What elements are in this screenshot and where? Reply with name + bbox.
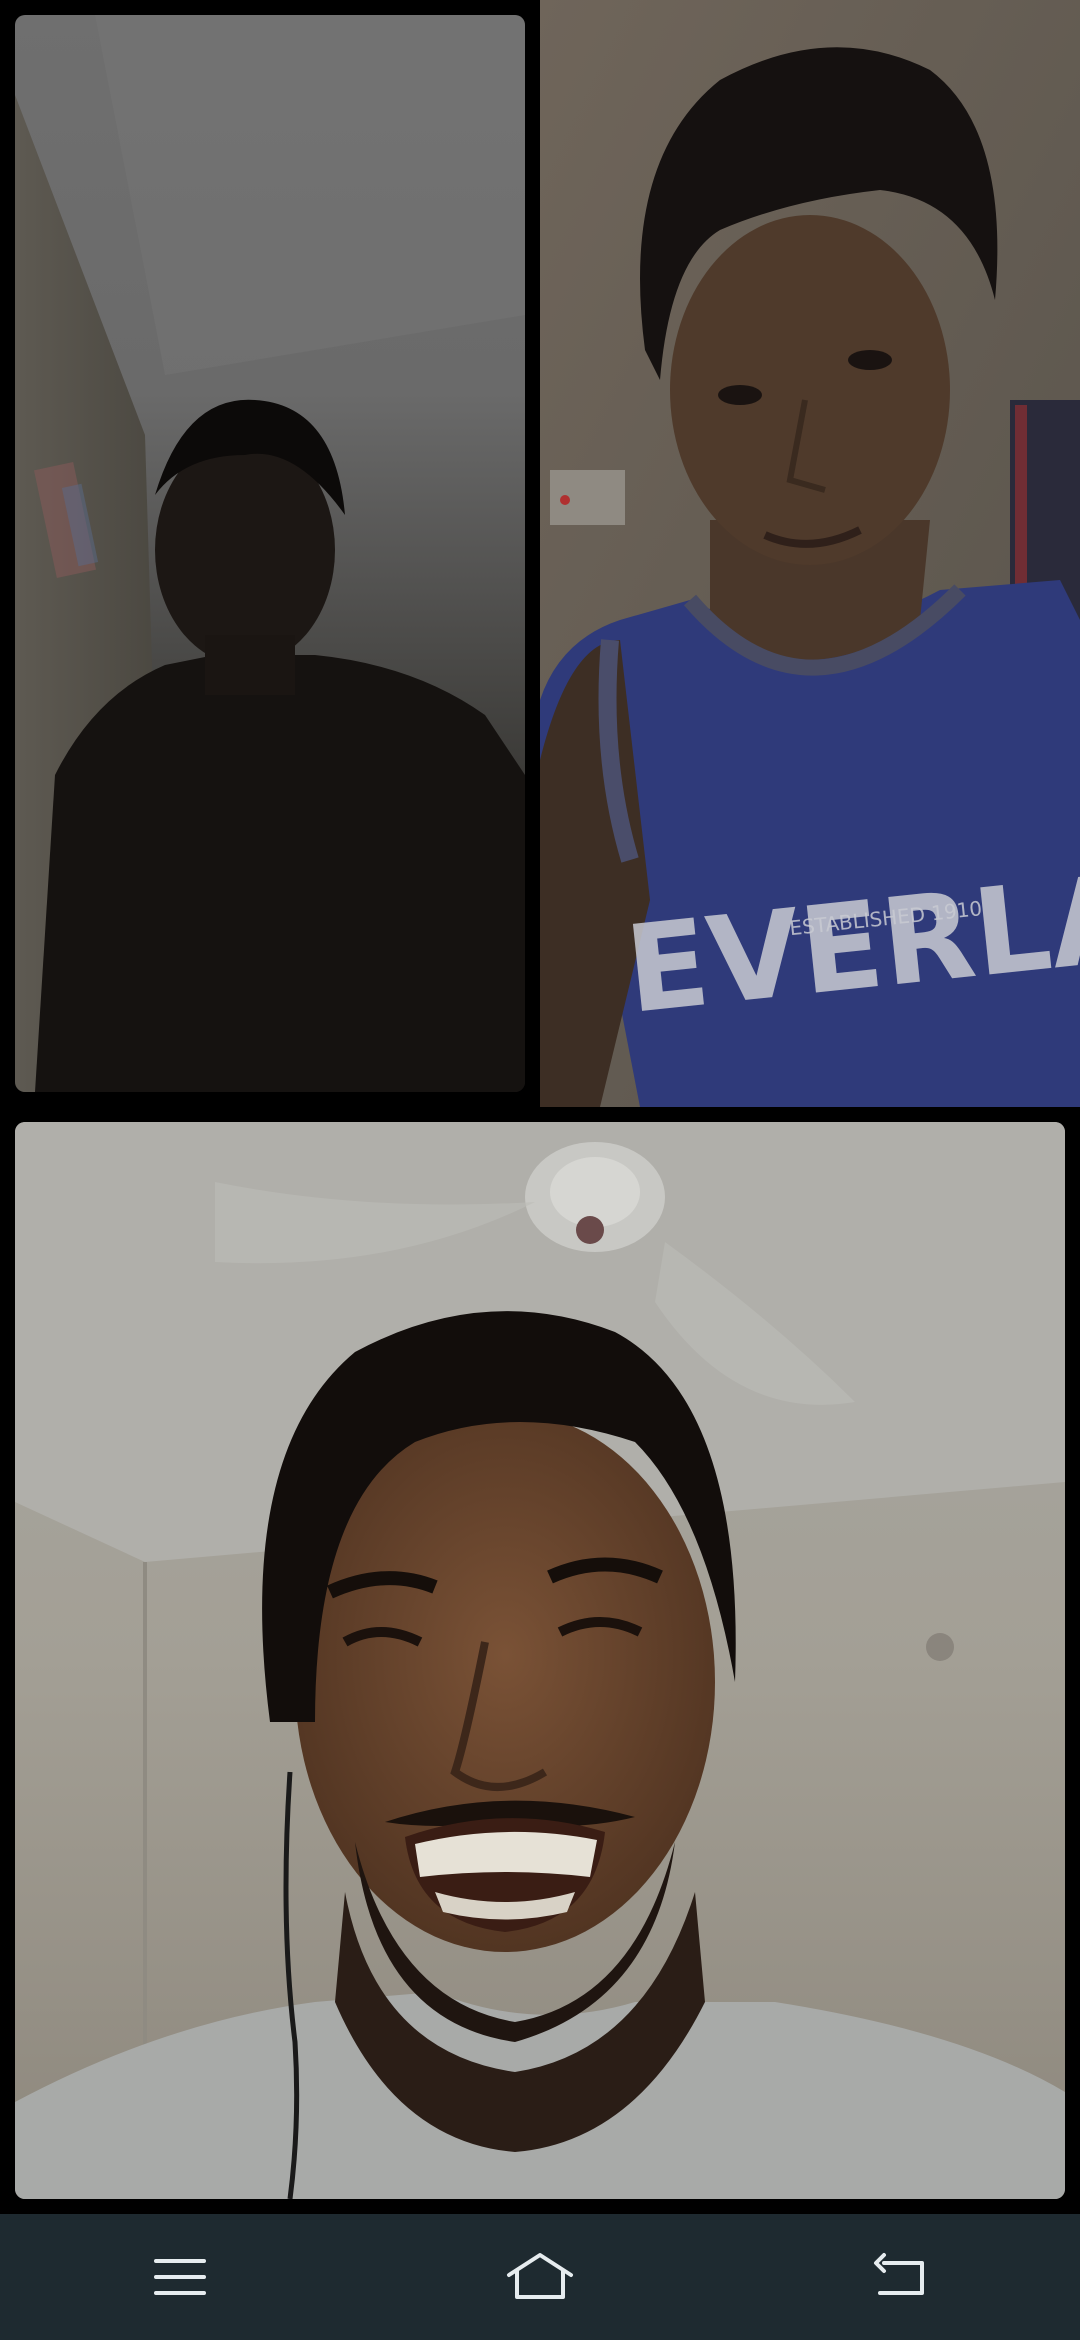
back-button[interactable] <box>840 2227 960 2327</box>
participant-video-tile-2[interactable]: EVERLAST ESTABLISHED 1910 <box>540 0 1080 1107</box>
back-icon <box>874 2253 924 2295</box>
menu-button[interactable] <box>120 2227 240 2327</box>
home-button[interactable] <box>480 2227 600 2327</box>
participant-1-video-frame <box>15 15 525 1092</box>
participant-video-tile-3[interactable] <box>15 1122 1065 2199</box>
participant-3-video-frame <box>15 1122 1065 2199</box>
home-icon <box>507 2253 573 2299</box>
participant-2-video-frame: EVERLAST ESTABLISHED 1910 <box>540 0 1080 1107</box>
participant-video-tile-1[interactable] <box>15 15 525 1092</box>
menu-icon <box>154 2259 206 2295</box>
system-navigation-bar <box>0 2214 1080 2340</box>
